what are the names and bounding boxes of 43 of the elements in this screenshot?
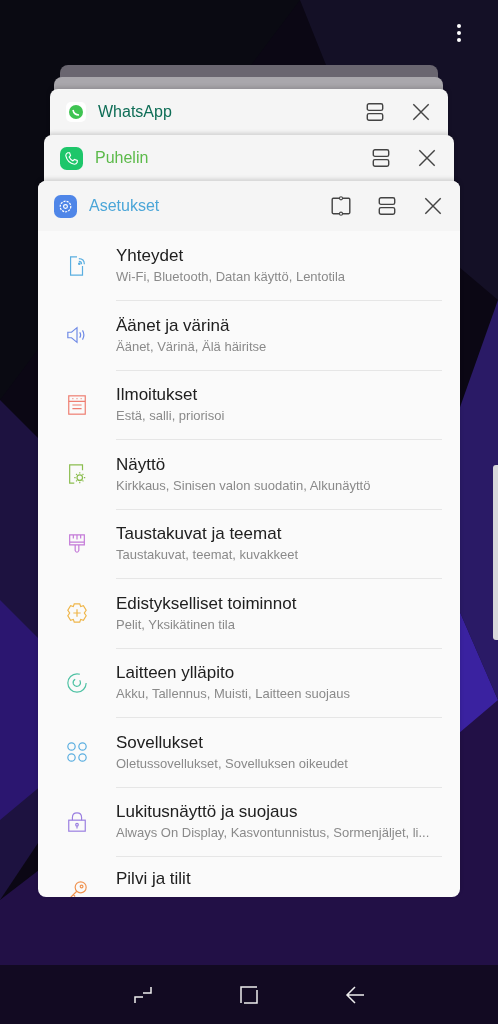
- refresh-circle-icon: [66, 671, 88, 694]
- setting-subtitle: Estä, salli, priorisoi: [116, 408, 226, 424]
- more-options-icon[interactable]: [456, 23, 462, 43]
- padlock-icon: [66, 810, 88, 833]
- pop-up-view-icon[interactable]: [330, 195, 352, 217]
- display-brightness-icon: [66, 463, 88, 486]
- setting-subtitle: Äänet, Värinä, Älä häiritse: [116, 338, 268, 354]
- gear-icon: [54, 194, 77, 218]
- apps-grid-icon: [66, 741, 88, 764]
- close-icon[interactable]: [416, 147, 438, 169]
- setting-subtitle: Akku, Tallennus, Muisti, Laitteen suojaus: [116, 686, 351, 702]
- setting-title[interactable]: Laitteen ylläpito: [116, 663, 442, 684]
- setting-title[interactable]: Yhteydet: [116, 246, 442, 267]
- edge-panel-handle[interactable]: [493, 465, 498, 640]
- paintbrush-icon: [66, 532, 88, 555]
- setting-title[interactable]: Äänet ja värinä: [116, 315, 442, 336]
- setting-title[interactable]: Sovellukset: [116, 732, 442, 753]
- back-icon[interactable]: [345, 984, 365, 1005]
- app-title: Puhelin: [95, 149, 149, 167]
- app-title: Asetukset: [89, 197, 160, 215]
- setting-subtitle: Kirkkaus, Sinisen valon suodatin, Alkunäyttö: [116, 477, 372, 493]
- setting-title[interactable]: Edistykselliset toiminnot: [116, 593, 442, 614]
- app-title: WhatsApp: [98, 103, 172, 121]
- setting-title[interactable]: Lukitusnäyttö ja suojaus: [116, 802, 442, 823]
- home-icon[interactable]: [239, 984, 259, 1005]
- setting-title[interactable]: Pilvi ja tilit: [116, 868, 442, 889]
- setting-subtitle: Pelit, Yksikätinen tila: [116, 616, 236, 632]
- setting-subtitle: Always On Display, Kasvontunnistus, Sormenjäljet, li...: [116, 825, 431, 841]
- setting-title[interactable]: Ilmoitukset: [116, 385, 442, 406]
- phone-icon: [60, 146, 83, 170]
- split-screen-icon[interactable]: [376, 195, 398, 217]
- close-icon[interactable]: [410, 101, 432, 123]
- split-screen-icon[interactable]: [364, 101, 386, 123]
- setting-title[interactable]: Taustakuvat ja teemat: [116, 524, 442, 545]
- gear-plus-icon: [66, 602, 88, 625]
- setting-subtitle: Oletussovellukset, Sovelluksen oikeudet: [116, 755, 349, 771]
- notification-panel-icon: [66, 393, 88, 416]
- split-screen-icon[interactable]: [370, 147, 392, 169]
- close-icon[interactable]: [422, 195, 444, 217]
- setting-subtitle: Taustakuvat, teemat, kuvakkeet: [116, 547, 300, 563]
- setting-subtitle: Wi-Fi, Bluetooth, Datan käyttö, Lentotila: [116, 269, 347, 285]
- recents-icon[interactable]: [133, 984, 153, 1005]
- setting-title[interactable]: Näyttö: [116, 454, 442, 475]
